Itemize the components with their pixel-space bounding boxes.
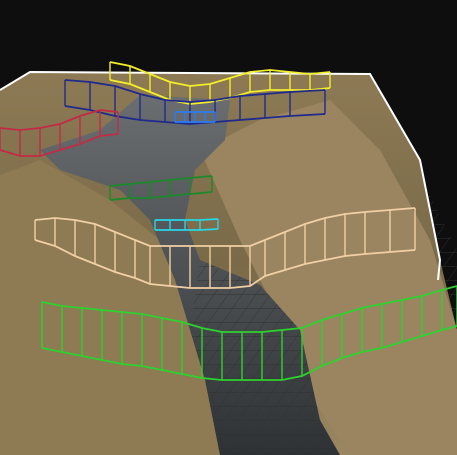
section-cyan-profile	[155, 218, 219, 221]
section-cyan-base	[155, 228, 219, 231]
scene-canvas	[0, 0, 457, 455]
3d-viewport[interactable]	[0, 0, 457, 455]
